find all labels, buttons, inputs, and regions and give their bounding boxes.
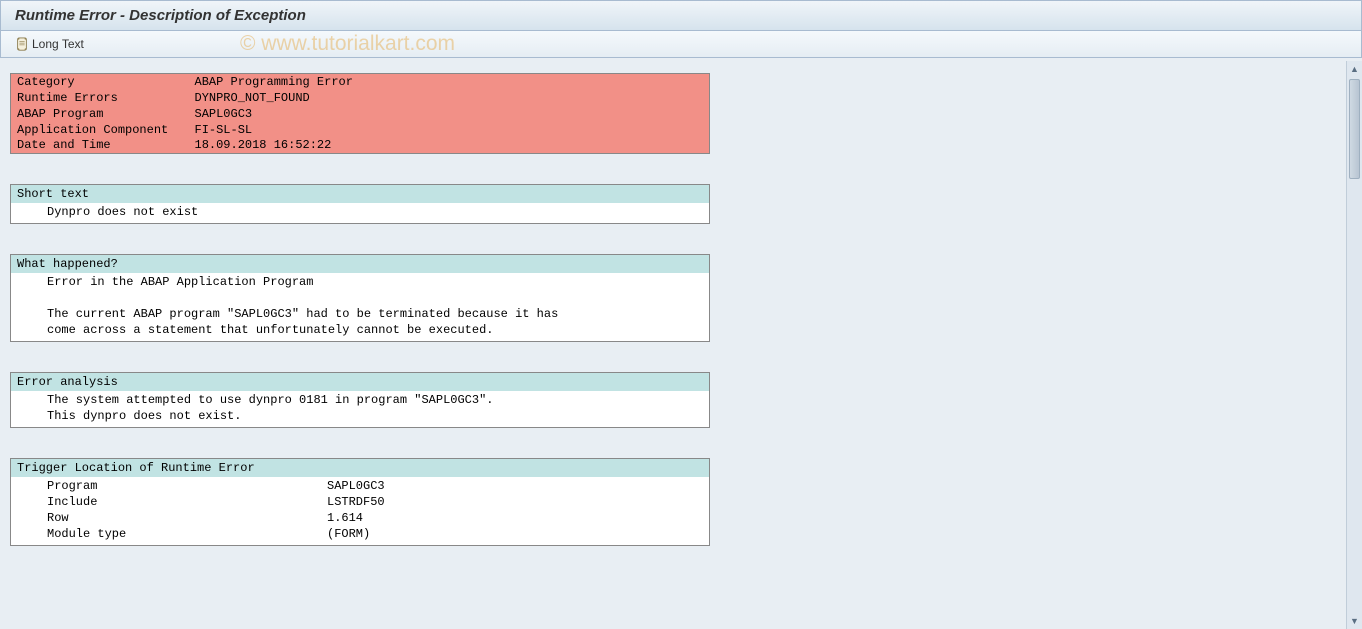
short-text-header: Short text [11,185,709,203]
section-line: Row1.614 [11,511,709,527]
section-line: IncludeLSTRDF50 [11,495,709,511]
section-line: This dynpro does not exist. [11,409,709,425]
trigger-location-header: Trigger Location of Runtime Error [11,459,709,477]
error-analysis-section: Error analysis The system attempted to u… [10,372,710,428]
table-row: ABAP ProgramSAPL0GC3 [11,106,710,122]
header-value: 18.09.2018 16:52:22 [189,138,710,154]
long-text-label: Long Text [32,37,84,51]
table-row: Application ComponentFI-SL-SL [11,122,710,138]
header-value: ABAP Programming Error [189,74,710,90]
section-line: Module type(FORM) [11,527,709,543]
short-text-section: Short text Dynpro does not exist [10,184,710,224]
table-row: CategoryABAP Programming Error [11,74,710,90]
section-line: The system attempted to use dynpro 0181 … [11,393,709,409]
trigger-value: SAPL0GC3 [327,479,703,495]
header-label: Runtime Errors [11,90,189,106]
header-label: ABAP Program [11,106,189,122]
header-value: DYNPRO_NOT_FOUND [189,90,710,106]
trigger-location-section: Trigger Location of Runtime Error Progra… [10,458,710,546]
section-line: Dynpro does not exist [11,205,709,221]
trigger-value: LSTRDF50 [327,495,703,511]
header-label: Date and Time [11,138,189,154]
trigger-value: (FORM) [327,527,703,543]
page-title: Runtime Error - Description of Exception [15,7,306,24]
error-analysis-header: Error analysis [11,373,709,391]
table-row: Runtime ErrorsDYNPRO_NOT_FOUND [11,90,710,106]
error-header-table: CategoryABAP Programming ErrorRuntime Er… [10,73,710,154]
toolbar: Long Text [0,31,1362,58]
title-bar: Runtime Error - Description of Exception [0,0,1362,31]
scroll-icon [15,37,29,51]
table-row: Date and Time18.09.2018 16:52:22 [11,138,710,154]
scroll-up-arrow-icon[interactable]: ▲ [1347,61,1362,77]
trigger-value: 1.614 [327,511,703,527]
what-happened-header: What happened? [11,255,709,273]
error-analysis-body: The system attempted to use dynpro 0181 … [11,391,709,427]
trigger-label: Row [47,511,327,527]
section-line: come across a statement that unfortunate… [11,323,709,339]
short-text-body: Dynpro does not exist [11,203,709,223]
what-happened-section: What happened? Error in the ABAP Applica… [10,254,710,342]
trigger-label: Program [47,479,327,495]
long-text-button[interactable]: Long Text [11,35,88,53]
what-happened-body: Error in the ABAP Application Program The… [11,273,709,341]
section-line: The current ABAP program "SAPL0GC3" had … [11,307,709,323]
header-label: Category [11,74,189,90]
trigger-label: Module type [47,527,327,543]
trigger-label: Include [47,495,327,511]
section-line: Error in the ABAP Application Program [11,275,709,291]
section-line: ProgramSAPL0GC3 [11,479,709,495]
header-label: Application Component [11,122,189,138]
trigger-location-body: ProgramSAPL0GC3IncludeLSTRDF50Row1.614Mo… [11,477,709,545]
content-area: CategoryABAP Programming ErrorRuntime Er… [0,61,1346,629]
header-value: FI-SL-SL [189,122,710,138]
section-line [11,291,709,307]
scroll-down-arrow-icon[interactable]: ▼ [1347,613,1362,629]
vertical-scrollbar[interactable]: ▲ ▼ [1346,61,1362,629]
scroll-thumb[interactable] [1349,79,1360,179]
header-value: SAPL0GC3 [189,106,710,122]
content-wrapper: CategoryABAP Programming ErrorRuntime Er… [0,61,1362,629]
